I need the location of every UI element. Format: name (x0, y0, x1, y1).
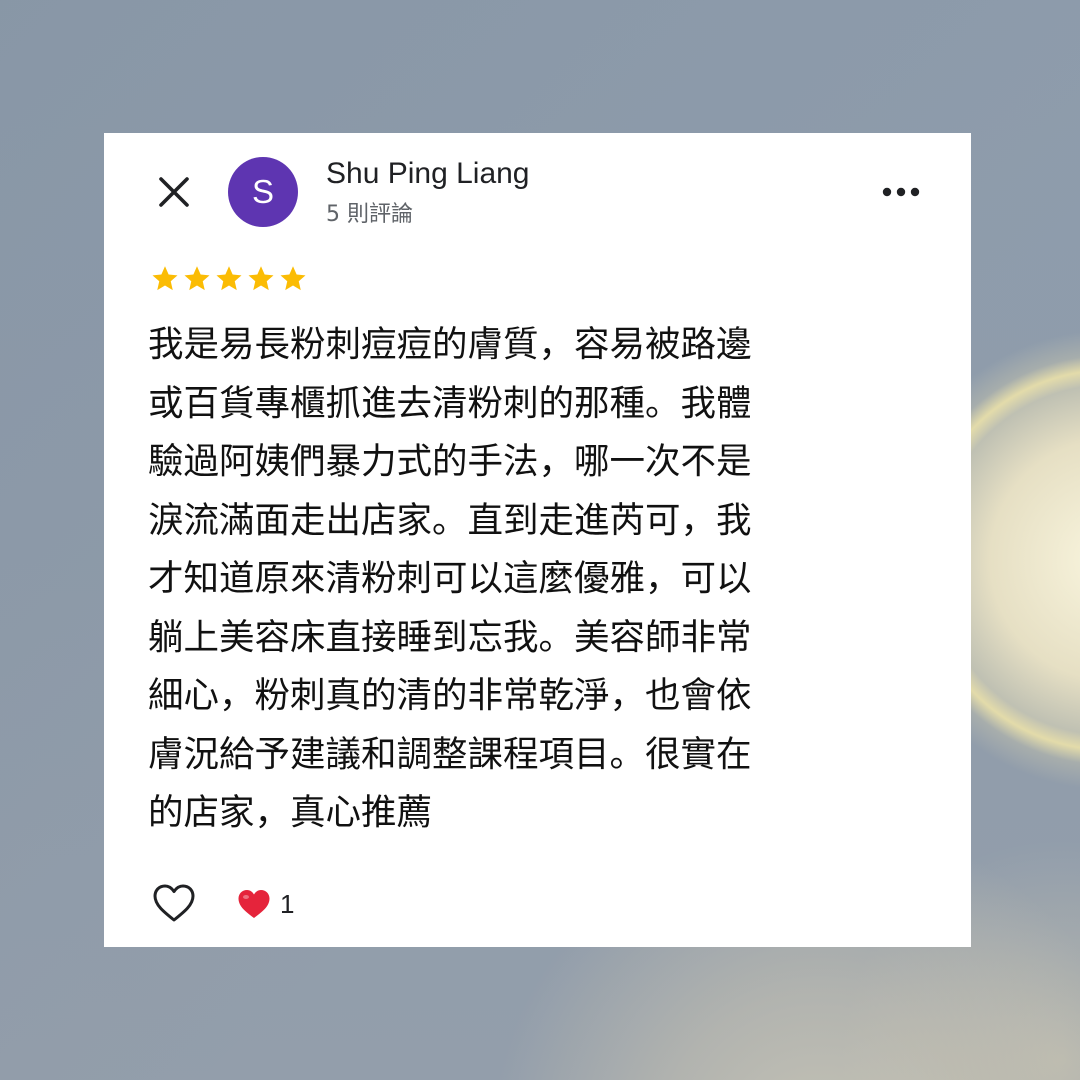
review-text-line: 的店家，真心推薦 (148, 792, 433, 833)
star-icon (214, 264, 244, 296)
review-text-line: 或百貨專櫃抓進去清粉刺的那種。我體 (148, 382, 752, 424)
reaction-count: 1 (280, 888, 295, 919)
star-icon (150, 264, 180, 296)
review-text-line: 細心，粉刺真的清的非常乾淨，也會依 (148, 675, 752, 716)
heart-outline-icon (153, 884, 195, 922)
star-rating (150, 264, 308, 296)
review-text-line: 淚流滿面走出店家。直到走進芮可，我 (148, 499, 752, 541)
like-button[interactable] (150, 880, 198, 928)
star-icon (278, 264, 308, 296)
heart-reaction[interactable]: 1 (236, 884, 294, 924)
avatar[interactable]: S (228, 157, 298, 227)
review-text: 我是易長粉刺痘痘的膚質，容易被路邊 或百貨專櫃抓進去清粉刺的那種。我體 驗過阿姨們暴… (148, 316, 908, 843)
close-button[interactable] (150, 168, 198, 216)
review-text-line: 躺上美容床直接睡到忘我。美容師非常 (148, 616, 752, 658)
more-horizontal-icon (882, 187, 920, 197)
star-icon (182, 264, 212, 296)
more-options-button[interactable] (876, 172, 926, 212)
heart-filled-icon (236, 886, 272, 922)
review-text-line: 我是易長粉刺痘痘的膚質，容易被路邊 (148, 324, 752, 365)
review-text-line: 才知道原來清粉刺可以這麼優雅，可以 (148, 558, 752, 599)
close-icon (159, 177, 189, 207)
review-text-line: 膚況給予建議和調整課程項目。很實在 (148, 733, 752, 775)
review-text-line: 驗過阿姨們暴力式的手法，哪一次不是 (148, 441, 752, 482)
reviewer-name[interactable]: Shu Ping Liang (326, 157, 530, 191)
review-count: 5 則評論 (326, 202, 413, 227)
star-icon (246, 264, 276, 296)
